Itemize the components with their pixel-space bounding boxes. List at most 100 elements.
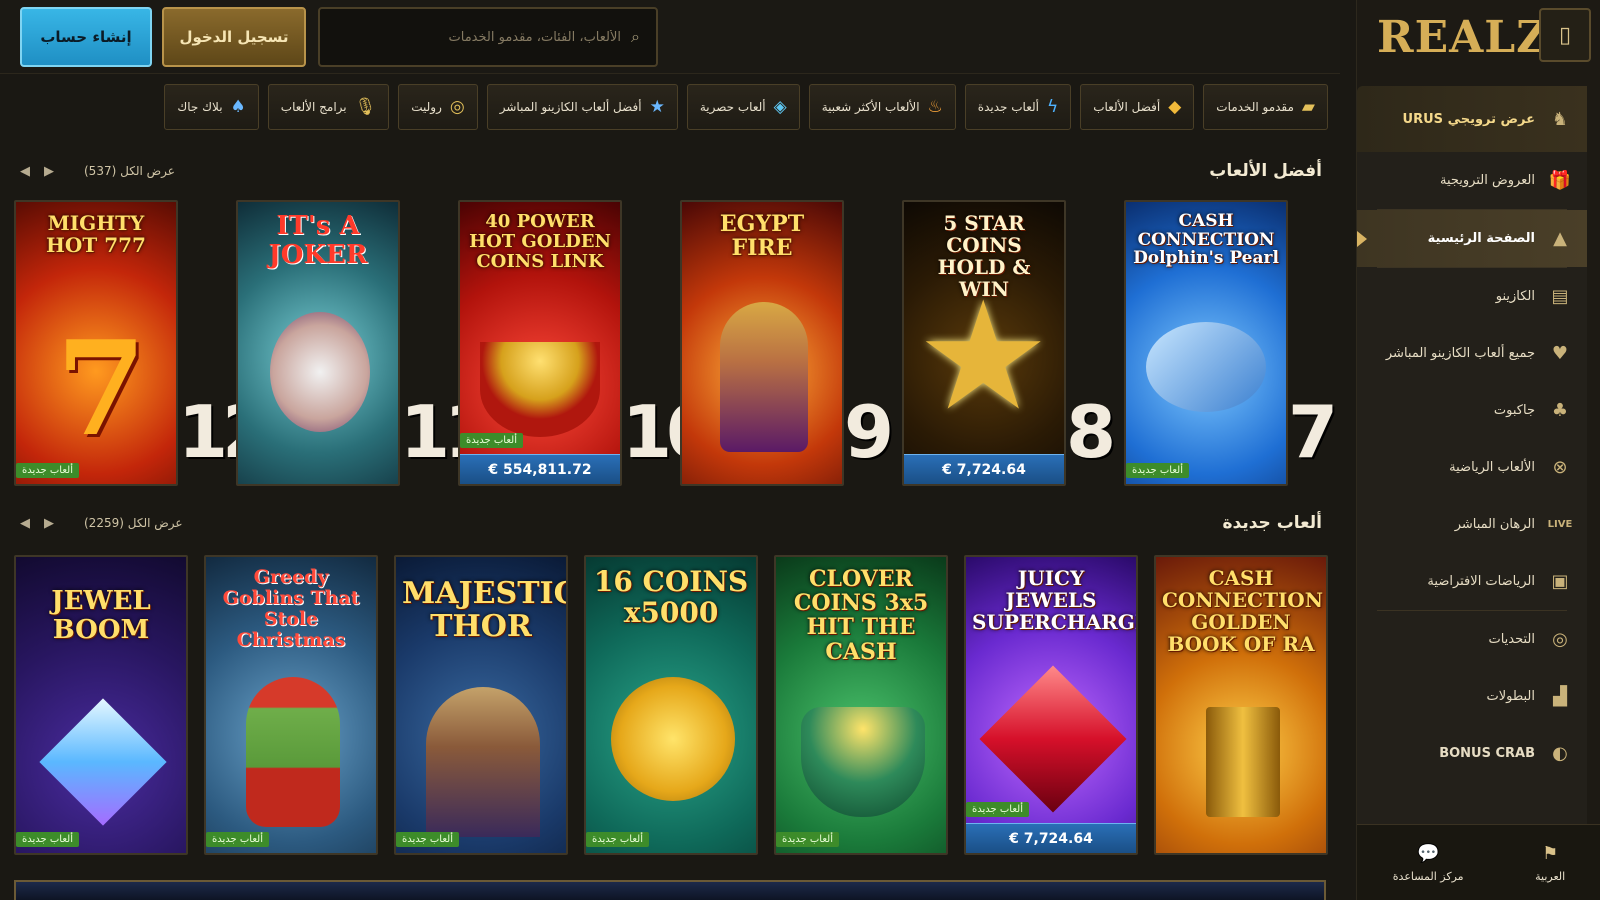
tab-providers[interactable]: مقدمو الخدمات ▰ <box>1203 84 1328 130</box>
microphone-icon: 🎙 <box>354 97 377 117</box>
register-button[interactable]: إنشاء حساب <box>20 7 152 67</box>
view-all-link[interactable]: (2259) عرض الكل <box>84 516 183 530</box>
game-card[interactable]: JUICY JEWELS SUPERCHARGED ألعاب جديدة € … <box>964 555 1138 855</box>
sidebar-item-live-betting[interactable]: الرهان المباشر LIVE <box>1357 496 1587 553</box>
slot-machine-icon: ▤ <box>1551 286 1569 307</box>
new-badge: ألعاب جديدة <box>586 832 649 847</box>
search-icon[interactable]: ⌕ <box>631 27 640 47</box>
clover-icon: ♣ <box>1551 400 1569 421</box>
view-all-count: (537) <box>84 164 117 178</box>
tab-live-casino[interactable]: أفضل ألعاب الكازينو المباشر ★ <box>486 84 678 130</box>
game-title: JUICY JEWELS SUPERCHARGED <box>972 566 1136 634</box>
help-center-button[interactable]: 💬 مركز المساعدة <box>1393 843 1464 883</box>
section-title: ألعاب جديدة <box>1222 513 1322 533</box>
sidebar-item-bonus-crab[interactable]: BONUS CRAB ◐ <box>1357 725 1587 782</box>
new-badge: ألعاب جديدة <box>776 832 839 847</box>
tab-roulette[interactable]: روليت ◎ <box>398 84 478 130</box>
game-card[interactable]: Greedy Goblins That Stole Christmas ألعا… <box>204 555 378 855</box>
new-games-row: JEWEL BOOM ألعاب جديدة Greedy Goblins Th… <box>14 555 1328 855</box>
coin-graphic <box>611 677 735 801</box>
tab-game-shows[interactable]: برامج الألعاب 🎙 <box>267 84 390 130</box>
game-title: JEWEL BOOM <box>51 586 151 645</box>
prev-arrow-icon[interactable]: ◀ <box>20 164 30 179</box>
prev-arrow-icon[interactable]: ◀ <box>20 516 30 531</box>
sidebar-item-casino[interactable]: الكازينو ▤ <box>1357 268 1587 325</box>
jackpot-amount: € 7,724.64 <box>904 454 1064 484</box>
rank-number: 8 <box>1066 390 1116 474</box>
live-icon: LIVE <box>1547 519 1573 530</box>
jackpot-amount: € 7,724.64 <box>966 823 1136 853</box>
game-title: IT's A JOKER <box>268 211 368 270</box>
game-title: CASH CONNECTION GOLDEN BOOK OF RA <box>1162 566 1324 656</box>
game-card[interactable]: 5 STAR COINS HOLD & WIN ★ € 7,724.64 <box>902 200 1066 486</box>
tab-new-games[interactable]: ألعاب جديدة ϟ <box>964 84 1072 130</box>
tab-exclusive[interactable]: ألعاب حصرية ◈ <box>686 84 800 130</box>
tab-label: بلاك جاك <box>177 100 223 114</box>
jackpot-amount: € 554,811.72 <box>460 454 620 484</box>
sidebar-item-label: URUS عرض ترويجي <box>1402 111 1535 127</box>
sidebar-toggle-icon[interactable]: ▯ <box>1539 8 1591 62</box>
game-card[interactable]: IT's A JOKER <box>236 200 400 486</box>
search-box[interactable]: ⌕ <box>318 7 658 67</box>
view-all-link[interactable]: (537) عرض الكل <box>84 164 175 178</box>
sidebar-item-tournaments[interactable]: البطولات ▟ <box>1357 668 1587 725</box>
pot-graphic <box>480 342 600 437</box>
sidebar-item-jackpot[interactable]: جاكبوت ♣ <box>1357 382 1587 439</box>
sidebar-item-urus-promo[interactable]: URUS عرض ترويجي ♞ <box>1357 86 1587 152</box>
game-title: 16 COINS x5000 <box>593 565 749 629</box>
sidebar-item-virtual-sports[interactable]: الرياضات الافتراضية ▣ <box>1357 553 1587 610</box>
sidebar: REALZ ▯ URUS عرض ترويجي ♞ العروض الترويجي… <box>1356 0 1600 900</box>
roulette-icon: ◎ <box>449 97 465 117</box>
sidebar-item-sports[interactable]: الألعاب الرياضية ⊗ <box>1357 439 1587 496</box>
realz-logo[interactable]: REALZ <box>1377 12 1548 63</box>
view-all-count: (2259) <box>84 516 124 530</box>
game-card[interactable]: MIGHTY HOT 777 7 ألعاب جديدة <box>14 200 178 486</box>
new-badge: ألعاب جديدة <box>206 832 269 847</box>
gem-icon: ◈ <box>773 97 787 117</box>
sidebar-item-live-casino[interactable]: جميع ألعاب الكازينو المباشر ♥ <box>1357 325 1587 382</box>
game-card[interactable]: CLOVER COINS 3x5 HIT THE CASH ألعاب جديد… <box>774 555 948 855</box>
book-graphic <box>1206 707 1280 817</box>
sidebar-item-home[interactable]: الصفحة الرئيسية ▲ <box>1357 210 1587 267</box>
game-card[interactable]: 16 COINS x5000 ألعاب جديدة <box>584 555 758 855</box>
lightning-icon: ϟ <box>1047 97 1059 117</box>
search-input[interactable] <box>351 29 622 45</box>
game-card[interactable]: CASH CONNECTION Dolphin's Pearl ألعاب جد… <box>1124 200 1288 486</box>
tab-popular[interactable]: الألعاب الأكثر شعبية ♨ <box>808 84 956 130</box>
rank-number: 9 <box>844 390 894 474</box>
thor-graphic <box>426 687 540 837</box>
new-badge: ألعاب جديدة <box>966 802 1029 817</box>
sidebar-menu: URUS عرض ترويجي ♞ العروض الترويجية 🎁 الصفح… <box>1357 86 1587 826</box>
sidebar-item-label: جميع ألعاب الكازينو المباشر <box>1385 346 1535 361</box>
goblin-graphic <box>246 677 340 827</box>
login-button[interactable]: تسجيل الدخول <box>162 7 306 67</box>
new-badge: ألعاب جديدة <box>396 832 459 847</box>
game-card[interactable]: MAJESTIC THOR ألعاب جديدة <box>394 555 568 855</box>
game-card[interactable]: JEWEL BOOM ألعاب جديدة <box>14 555 188 855</box>
new-badge: ألعاب جديدة <box>16 463 79 478</box>
next-arrow-icon[interactable]: ▶ <box>44 516 54 531</box>
help-label: مركز المساعدة <box>1392 869 1464 883</box>
game-card[interactable]: CASH CONNECTION GOLDEN BOOK OF RA <box>1154 555 1328 855</box>
top-games-header: ◀ ▶ (537) عرض الكل أفضل الألعاب <box>20 156 1322 186</box>
bottom-banner <box>14 880 1326 900</box>
tab-top-games[interactable]: أفضل الألعاب ◆ <box>1080 84 1195 130</box>
game-card[interactable]: 40 POWER HOT GOLDEN COINS LINK ألعاب جدي… <box>458 200 622 486</box>
sidebar-footer: 💬 مركز المساعدة ⚑ العربية <box>1357 824 1600 900</box>
tab-blackjack[interactable]: بلاك جاك ♠ <box>164 84 259 130</box>
language-button[interactable]: ⚑ العربية <box>1535 843 1565 883</box>
view-all-label: عرض الكل <box>120 164 175 178</box>
rank-number: 7 <box>1288 390 1338 474</box>
sidebar-item-label: BONUS CRAB <box>1439 746 1535 761</box>
language-label: العربية <box>1535 869 1566 883</box>
sidebar-item-promotions[interactable]: العروض الترويجية 🎁 <box>1357 152 1587 209</box>
sidebar-item-label: التحديات <box>1488 632 1535 647</box>
next-arrow-icon[interactable]: ▶ <box>44 164 54 179</box>
game-title: MIGHTY HOT 777 <box>46 211 146 257</box>
new-badge: ألعاب جديدة <box>460 433 523 448</box>
game-card[interactable]: EGYPT FIRE <box>680 200 844 486</box>
providers-icon: ▰ <box>1301 97 1315 117</box>
flag-icon: ⚑ <box>1542 842 1559 864</box>
tab-label: برامج الألعاب <box>280 100 347 114</box>
sidebar-item-challenges[interactable]: التحديات ◎ <box>1357 611 1587 668</box>
